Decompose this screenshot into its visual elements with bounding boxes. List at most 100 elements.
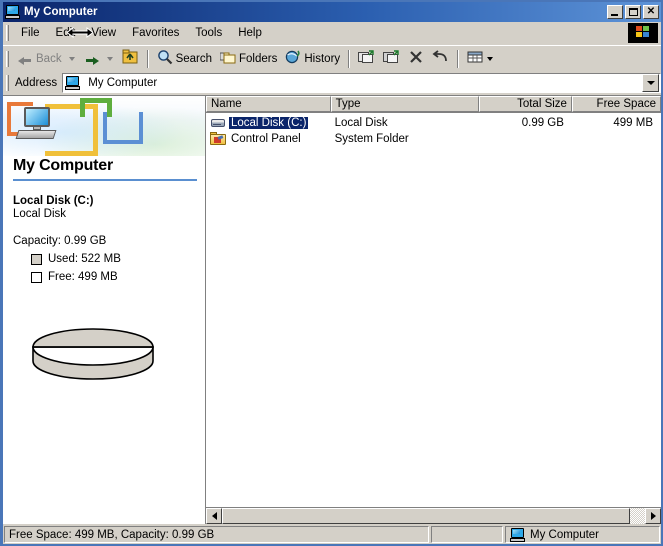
horizontal-scrollbar[interactable] — [206, 507, 661, 524]
folders-icon — [219, 49, 236, 68]
close-icon: ✕ — [646, 6, 656, 17]
scroll-left-icon — [211, 512, 217, 520]
folders-button[interactable]: Folders — [216, 48, 281, 70]
menu-edit[interactable]: Edit — [48, 25, 84, 42]
panel-item-name: Local Disk (C:) — [13, 195, 94, 207]
my-computer-icon — [5, 4, 21, 20]
status-zone-panel: My Computer — [505, 526, 660, 543]
window-title: My Computer — [24, 6, 98, 18]
explorer-window: My Computer ✕ File Edit View Favorites T… — [0, 0, 663, 546]
arrow-left-icon — [17, 51, 33, 67]
move-to-button[interactable] — [354, 48, 379, 70]
menu-gripper[interactable] — [6, 25, 9, 41]
copy-to-button[interactable] — [379, 48, 404, 70]
file-list-body: Local Disk (C:) Local Disk 0.99 GB 499 M… — [206, 113, 661, 507]
my-computer-icon — [65, 75, 81, 91]
toolbar-gripper[interactable] — [6, 50, 9, 67]
menu-favorites[interactable]: Favorites — [124, 25, 187, 42]
disk-usage-pie-chart — [31, 317, 155, 381]
legend-label-used: Used: 522 MB — [48, 253, 121, 265]
cell-name[interactable]: Control Panel — [206, 131, 331, 147]
cell-type: Local Disk — [334, 117, 388, 129]
row-name-text: Local Disk (C:) — [229, 117, 309, 129]
panel-title: My Computer — [13, 157, 114, 174]
arrow-right-icon — [84, 51, 100, 67]
column-header-type[interactable]: Type — [330, 96, 479, 112]
legend-label-free: Free: 499 MB — [48, 271, 118, 283]
maximize-button[interactable] — [625, 5, 641, 19]
status-zone-text: My Computer — [530, 528, 600, 541]
status-middle-panel — [431, 526, 503, 543]
legend-swatch-free — [31, 271, 42, 283]
menu-help[interactable]: Help — [230, 25, 270, 42]
status-bar: Free Space: 499 MB, Capacity: 0.99 GB My… — [3, 524, 661, 544]
move-to-icon — [358, 49, 375, 68]
client-area: My Computer Local Disk (C:) Local Disk C… — [3, 95, 661, 524]
local-disk-icon — [210, 115, 226, 131]
address-gripper[interactable] — [6, 75, 9, 91]
toolbar-separator — [146, 49, 149, 68]
views-dropdown-icon[interactable] — [487, 56, 494, 61]
minimize-button[interactable] — [607, 5, 623, 19]
history-button[interactable]: History — [281, 48, 344, 70]
address-value: My Computer — [88, 77, 158, 89]
scroll-left-button[interactable] — [206, 508, 222, 524]
history-icon — [285, 49, 301, 68]
cell-name[interactable]: Local Disk (C:) — [206, 115, 331, 131]
undo-icon — [432, 49, 449, 68]
windows-flag-icon — [628, 23, 658, 43]
menu-bar: File Edit View Favorites Tools Help — [3, 22, 661, 45]
panel-details: Local Disk (C:) Local Disk Capacity: 0.9… — [3, 181, 205, 381]
row-name-text: Control Panel — [231, 133, 301, 145]
menu-view[interactable]: View — [83, 25, 124, 42]
scrollbar-thumb[interactable] — [222, 508, 631, 524]
address-dropdown-button[interactable] — [642, 74, 659, 92]
up-one-level-button[interactable] — [118, 48, 143, 70]
web-view-panel: My Computer Local Disk (C:) Local Disk C… — [3, 96, 206, 524]
toolbar-separator-2 — [348, 49, 351, 68]
table-row[interactable]: Local Disk (C:) Local Disk 0.99 GB 499 M… — [206, 115, 661, 131]
search-icon — [157, 49, 173, 68]
menu-file[interactable]: File — [13, 25, 48, 42]
search-button[interactable]: Search — [153, 48, 216, 70]
column-header-name[interactable]: Name — [206, 96, 331, 112]
views-button[interactable] — [463, 48, 502, 70]
legend-swatch-used — [31, 253, 42, 265]
table-row[interactable]: Control Panel System Folder — [206, 131, 661, 147]
delete-icon — [408, 49, 424, 68]
back-button[interactable]: Back — [13, 48, 66, 70]
delete-button[interactable] — [404, 48, 428, 70]
legend-free: Free: 499 MB — [31, 271, 205, 283]
status-main-text: Free Space: 499 MB, Capacity: 0.99 GB — [4, 526, 429, 543]
toolbar-separator-3 — [457, 49, 460, 68]
close-button[interactable]: ✕ — [643, 5, 659, 19]
forward-button[interactable] — [80, 48, 104, 70]
chevron-down-icon — [646, 81, 655, 85]
title-bar[interactable]: My Computer ✕ — [3, 2, 661, 22]
legend-used: Used: 522 MB — [31, 253, 205, 265]
my-computer-icon — [510, 527, 526, 542]
menu-tools[interactable]: Tools — [187, 25, 230, 42]
views-icon — [467, 49, 484, 68]
column-header-free-space[interactable]: Free Space — [571, 96, 661, 112]
panel-capacity: Capacity: 0.99 GB — [13, 235, 107, 247]
caption-buttons: ✕ — [607, 5, 659, 19]
toolbar: Back Search Folders History — [3, 45, 661, 71]
up-one-level-icon — [122, 49, 139, 68]
scrollbar-track[interactable] — [222, 508, 645, 524]
control-panel-icon — [210, 131, 226, 147]
scroll-right-button[interactable] — [645, 508, 661, 524]
panel-item-type: Local Disk — [13, 208, 67, 220]
my-computer-large-icon — [15, 105, 58, 145]
address-label: Address — [15, 77, 58, 89]
panel-banner — [3, 96, 205, 156]
copy-to-icon — [383, 49, 400, 68]
forward-dropdown-icon[interactable] — [106, 56, 113, 61]
column-header-total-size[interactable]: Total Size — [478, 96, 572, 112]
column-header-row: Name Type Total Size Free Space — [206, 96, 661, 113]
address-input[interactable]: My Computer — [62, 73, 661, 93]
undo-button[interactable] — [428, 48, 453, 70]
scroll-right-icon — [650, 512, 656, 520]
back-dropdown-icon[interactable] — [68, 56, 75, 61]
cell-type: System Folder — [334, 133, 409, 145]
